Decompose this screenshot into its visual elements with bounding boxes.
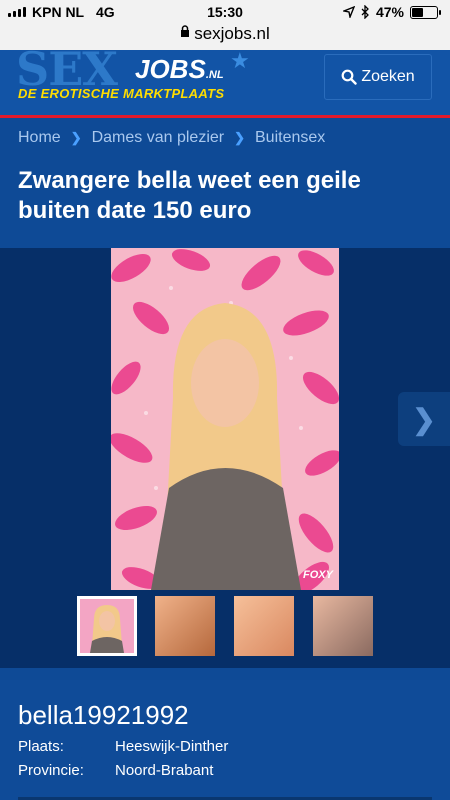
status-right: 47% [342,4,441,20]
breadcrumb: Home ❯ Dames van plezier ❯ Buitensex [0,118,450,158]
logo-jobs: JOBS [135,54,206,84]
provincie-label: Provincie: [18,762,84,779]
logo-tld: .NL [205,69,224,81]
chevron-right-icon: ❯ [70,130,82,145]
gallery-next-button[interactable]: ❯ [398,392,450,446]
thumbnail-1[interactable] [77,596,137,656]
status-bar: KPN NL 4G 15:30 47% [0,0,450,24]
site-header: SEX JOBS.NL ★ DE EROTISCHE MARKTPLAATS Z… [0,50,450,115]
chevron-right-icon: ❯ [412,403,436,435]
battery-fill [412,7,423,17]
plaats-value: Heeswijk-Dinther [115,738,229,755]
url-bar[interactable]: sexjobs.nl [0,24,450,50]
logo-jobs-text: JOBS.NL [135,54,224,85]
photo-watermark: FOXY [303,569,335,581]
plaats-label: Plaats: [18,738,64,755]
battery-percent: 47% [375,4,404,20]
search-button[interactable]: Zoeken [324,54,432,100]
logo-tagline: DE EROTISCHE MARKTPLAATS [18,86,225,101]
breadcrumb-home[interactable]: Home [18,129,61,147]
provincie-value: Noord-Brabant [115,762,214,779]
bluetooth-icon [361,5,369,19]
profile-info: bella19921992 Plaats: Heeswijk-Dinther P… [0,680,450,800]
search-button-label: Zoeken [361,68,415,85]
logo-star-icon: ★ [230,50,250,73]
lock-icon [180,25,190,40]
location-arrow-icon [342,6,355,18]
listing-title: Zwangere bella weet een geile buiten dat… [18,167,361,224]
chevron-right-icon: ❯ [234,130,245,145]
thumbnail-4[interactable] [313,596,373,656]
profile-username: bella19921992 [18,700,189,730]
breadcrumb-buitensex[interactable]: Buitensex [255,129,325,147]
thumbnail-3[interactable] [234,596,294,656]
breadcrumb-dames-van-plezier[interactable]: Dames van plezier [92,129,225,147]
url-text[interactable]: sexjobs.nl [194,24,270,43]
search-icon [341,69,358,85]
main-photo[interactable]: FOXY [111,248,339,590]
battery-icon [410,5,441,19]
photo-gallery: FOXY ❯ [0,248,450,668]
thumbnail-2[interactable] [155,596,215,656]
